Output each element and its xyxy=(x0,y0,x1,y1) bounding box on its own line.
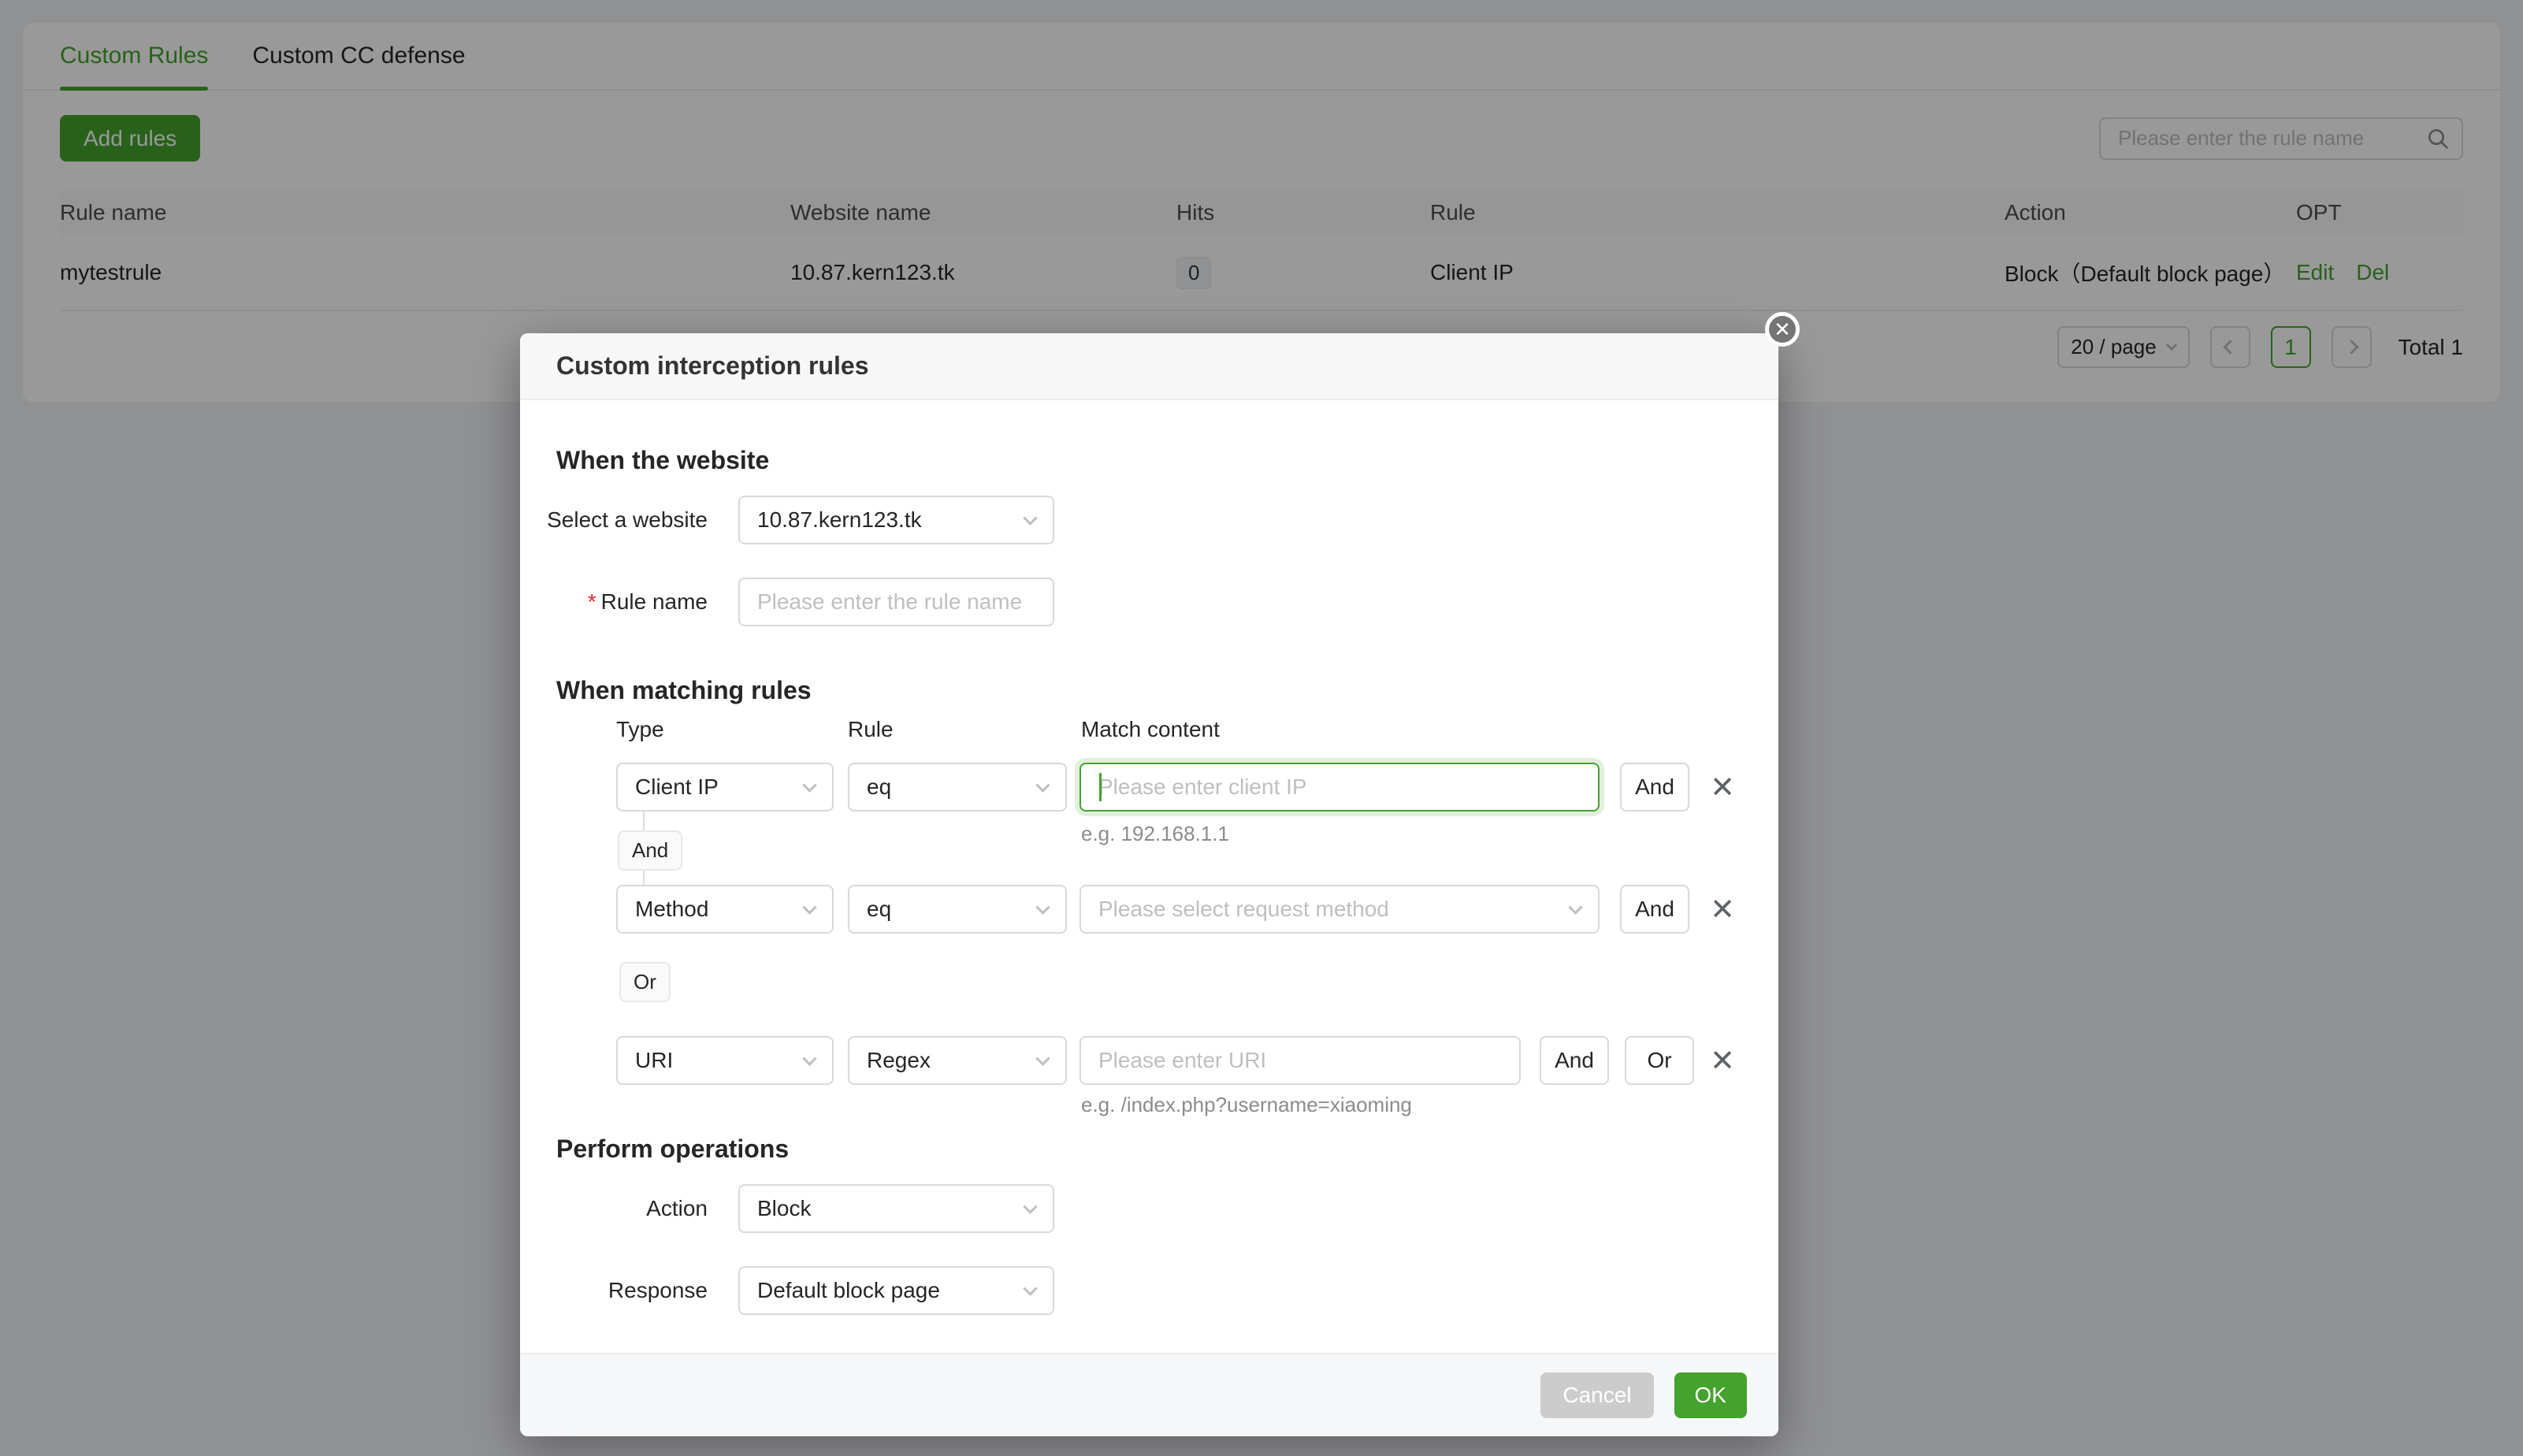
match-row3-rule-select[interactable]: Regex xyxy=(848,1036,1067,1085)
rule-name-row: *Rule name xyxy=(520,578,1054,626)
text-cursor xyxy=(1099,773,1102,801)
uri-input-wrap xyxy=(1079,1036,1521,1085)
delete-icon[interactable]: ✕ xyxy=(1710,892,1735,927)
close-icon[interactable]: ✕ xyxy=(1765,312,1800,347)
section-when-matching-rules: When matching rules xyxy=(556,676,812,705)
cancel-button[interactable]: Cancel xyxy=(1540,1372,1653,1418)
action-select[interactable]: Block xyxy=(738,1184,1054,1233)
uri-input[interactable] xyxy=(1079,1036,1521,1085)
chevron-down-icon xyxy=(1023,511,1037,525)
response-select[interactable]: Default block page xyxy=(738,1266,1054,1315)
select-website-row: Select a website 10.87.kern123.tk xyxy=(520,496,1054,544)
action-select-value: Block xyxy=(757,1196,811,1221)
rule-name-input[interactable] xyxy=(738,578,1054,626)
match-row3-delete[interactable]: ✕ xyxy=(1699,1036,1746,1085)
chevron-down-icon xyxy=(802,778,816,792)
client-ip-hint: e.g. 192.168.1.1 xyxy=(1081,822,1229,846)
match-row1-and-button[interactable]: And xyxy=(1620,763,1689,812)
rule-name-label: *Rule name xyxy=(520,589,708,615)
connector-line xyxy=(643,870,645,886)
match-row3-or-button[interactable]: Or xyxy=(1625,1036,1694,1085)
match-row2-delete[interactable]: ✕ xyxy=(1699,885,1746,934)
match-row2-and-button[interactable]: And xyxy=(1620,885,1689,934)
select-website-label: Select a website xyxy=(520,507,708,533)
uri-hint: e.g. /index.php?username=xiaoming xyxy=(1081,1093,1412,1117)
chevron-down-icon xyxy=(1035,778,1050,792)
match-col-content-label: Match content xyxy=(1081,717,1220,744)
section-when-the-website: When the website xyxy=(556,446,769,475)
website-select-value: 10.87.kern123.tk xyxy=(757,507,922,533)
match-row3-type-select[interactable]: URI xyxy=(616,1036,834,1085)
chevron-down-icon xyxy=(1568,900,1582,914)
required-asterisk: * xyxy=(588,589,596,614)
connector-line xyxy=(643,812,645,832)
ok-button[interactable]: OK xyxy=(1674,1372,1747,1418)
website-select[interactable]: 10.87.kern123.tk xyxy=(738,496,1054,544)
response-label: Response xyxy=(520,1278,708,1303)
match-row1-content xyxy=(1079,763,1600,812)
client-ip-input[interactable] xyxy=(1079,763,1600,812)
match-col-rule-label: Rule xyxy=(848,717,1067,744)
match-row2-rule-select[interactable]: eq xyxy=(848,885,1067,934)
match-col-type-label: Type xyxy=(616,717,834,744)
chevron-down-icon xyxy=(1023,1199,1037,1213)
or-connector-tag[interactable]: Or xyxy=(619,962,671,1002)
match-row1-rule-select[interactable]: eq xyxy=(848,763,1067,812)
match-row3-and-button[interactable]: And xyxy=(1540,1036,1609,1085)
chevron-down-icon xyxy=(802,1051,816,1065)
modal-header: Custom interception rules xyxy=(520,333,1778,400)
chevron-down-icon xyxy=(1035,1051,1050,1065)
action-row: Action Block xyxy=(520,1184,1054,1233)
match-row2-type-select[interactable]: Method xyxy=(616,885,834,934)
request-method-select[interactable]: Please select request method xyxy=(1079,885,1600,934)
match-row1-delete[interactable]: ✕ xyxy=(1699,763,1746,812)
response-row: Response Default block page xyxy=(520,1266,1054,1315)
modal-title: Custom interception rules xyxy=(556,351,869,381)
match-row1-type-select[interactable]: Client IP xyxy=(616,763,834,812)
and-connector-tag[interactable]: And xyxy=(618,830,682,871)
section-perform-operations: Perform operations xyxy=(556,1135,789,1164)
action-label: Action xyxy=(520,1196,708,1221)
chevron-down-icon xyxy=(1035,900,1050,914)
chevron-down-icon xyxy=(1023,1281,1037,1295)
response-select-value: Default block page xyxy=(757,1278,940,1303)
delete-icon[interactable]: ✕ xyxy=(1710,1043,1735,1079)
modal-footer: Cancel OK xyxy=(520,1353,1778,1436)
custom-interception-rules-dialog: ✕ Custom interception rules When the web… xyxy=(520,333,1778,1436)
delete-icon[interactable]: ✕ xyxy=(1710,770,1735,805)
chevron-down-icon xyxy=(802,900,816,914)
